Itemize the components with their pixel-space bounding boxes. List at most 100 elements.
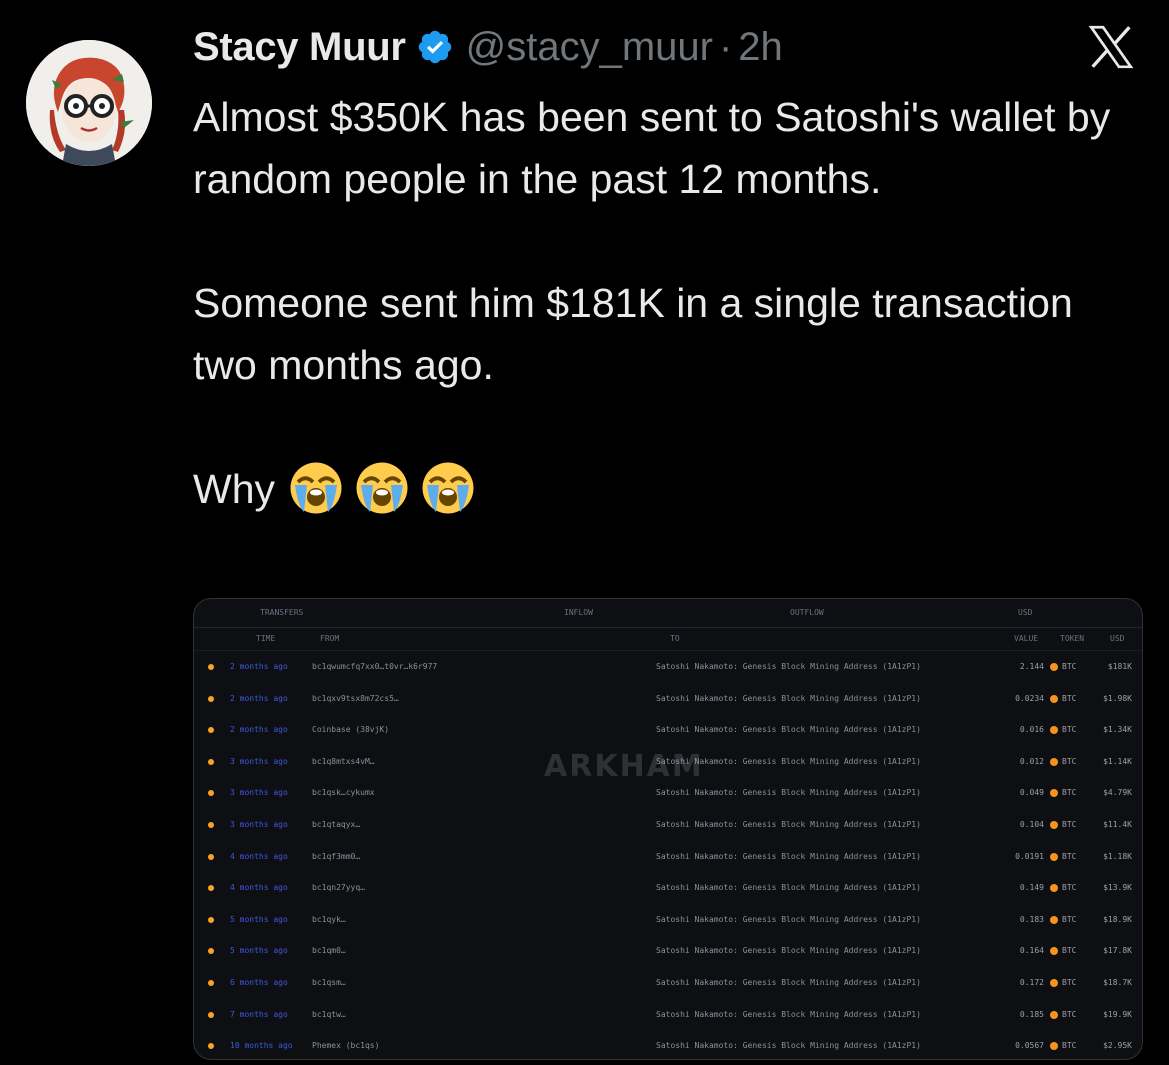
table-row[interactable]: 2 months ago bc1qwumcfq7xx0…t0vr…k6r977 Sa…	[194, 651, 1142, 683]
row-from[interactable]: bc1qyk…	[312, 915, 652, 924]
row-token: BTC	[1062, 1009, 1077, 1019]
table-row[interactable]: 4 months ago bc1qn27yyq… Satoshi Nakamoto:…	[194, 872, 1142, 904]
row-from[interactable]: bc1qf3mm0…	[312, 852, 652, 861]
row-to[interactable]: Satoshi Nakamoto: Genesis Block Mining A…	[656, 820, 976, 829]
row-time[interactable]: 5 months ago	[230, 946, 288, 955]
row-time[interactable]: 3 months ago	[230, 788, 288, 797]
col-time[interactable]: TIME	[256, 634, 275, 643]
row-to[interactable]: Satoshi Nakamoto: Genesis Block Mining A…	[656, 915, 976, 924]
table-row[interactable]: 2 months ago Coinbase (38vjK) Satoshi Naka…	[194, 714, 1142, 746]
row-amount: 0.183	[1019, 914, 1044, 924]
status-dot-icon	[208, 1043, 214, 1050]
btc-icon	[1050, 978, 1058, 987]
row-token: BTC	[1062, 819, 1077, 829]
status-dot-icon	[208, 853, 214, 860]
table-row[interactable]: 5 months ago bc1qyk… Satoshi Nakamoto: Gen…	[194, 904, 1142, 936]
table-row[interactable]: 4 months ago bc1qf3mm0… Satoshi Nakamoto: …	[194, 841, 1142, 873]
header-usd[interactable]: USD	[1018, 608, 1032, 617]
row-time[interactable]: 5 months ago	[230, 915, 288, 924]
table-header: TRANSFERS INFLOW OUTFLOW USD	[194, 599, 1142, 628]
status-dot-icon	[208, 979, 214, 986]
author-name[interactable]: Stacy Muur	[193, 25, 406, 70]
row-time[interactable]: 2 months ago	[230, 725, 288, 734]
row-from[interactable]: Phemex (bc1qs)	[312, 1041, 652, 1050]
tweet-media-image[interactable]: TRANSFERS INFLOW OUTFLOW USD TIME FROM T…	[193, 598, 1143, 1060]
col-value[interactable]: VALUE	[1014, 634, 1038, 643]
row-time[interactable]: 7 months ago	[230, 1010, 288, 1019]
row-to[interactable]: Satoshi Nakamoto: Genesis Block Mining A…	[656, 662, 976, 671]
status-dot-icon	[208, 790, 214, 797]
row-to[interactable]: Satoshi Nakamoto: Genesis Block Mining A…	[656, 978, 976, 987]
author-handle[interactable]: @stacy_muur	[466, 25, 713, 70]
col-usd[interactable]: USD	[1110, 634, 1124, 643]
row-token: BTC	[1062, 662, 1077, 671]
row-usd: $17.8K	[1103, 946, 1132, 956]
status-dot-icon	[208, 821, 214, 828]
header-outflow[interactable]: OUTFLOW	[790, 608, 824, 617]
row-to[interactable]: Satoshi Nakamoto: Genesis Block Mining A…	[656, 1041, 976, 1050]
transfers-list: 2 months ago bc1qwumcfq7xx0…t0vr…k6r977 Sa…	[194, 651, 1142, 1059]
status-dot-icon	[208, 948, 214, 955]
row-from[interactable]: bc1qxv9tsx8m72cs5…	[312, 694, 652, 703]
row-to[interactable]: Satoshi Nakamoto: Genesis Block Mining A…	[656, 946, 976, 955]
header-transfers[interactable]: TRANSFERS	[260, 608, 303, 617]
row-to[interactable]: Satoshi Nakamoto: Genesis Block Mining A…	[656, 1010, 976, 1019]
row-from[interactable]: bc1qsk…cykumx	[312, 788, 652, 797]
row-from[interactable]: bc1qsm…	[312, 978, 652, 987]
col-from[interactable]: FROM	[320, 634, 339, 643]
status-dot-icon	[208, 1011, 214, 1018]
why-text: Why	[193, 466, 275, 512]
col-token[interactable]: TOKEN	[1060, 634, 1084, 643]
row-amount: 0.164	[1019, 946, 1044, 956]
avatar-illustration	[26, 40, 152, 166]
row-to[interactable]: Satoshi Nakamoto: Genesis Block Mining A…	[656, 694, 976, 703]
row-time[interactable]: 10 months ago	[230, 1041, 293, 1050]
row-amount: 0.049	[1019, 788, 1044, 798]
row-amount: 0.172	[1019, 977, 1044, 987]
table-row[interactable]: 7 months ago bc1qtw… Satoshi Nakamoto: Gen…	[194, 999, 1142, 1031]
header-inflow[interactable]: INFLOW	[564, 608, 593, 617]
row-time[interactable]: 4 months ago	[230, 883, 288, 892]
avatar[interactable]	[26, 40, 152, 166]
row-from[interactable]: bc1qtw…	[312, 1010, 652, 1019]
row-token: BTC	[1062, 725, 1077, 735]
row-from[interactable]: bc1qtaqyx…	[312, 820, 652, 829]
table-row[interactable]: 3 months ago bc1qtaqyx… Satoshi Nakamoto: …	[194, 809, 1142, 841]
row-time[interactable]: 4 months ago	[230, 852, 288, 861]
btc-icon	[1050, 820, 1058, 829]
row-time[interactable]: 3 months ago	[230, 820, 288, 829]
table-row[interactable]: 10 months ago Phemex (bc1qs) Satoshi Nakam…	[194, 1030, 1142, 1059]
row-usd: $1.18K	[1103, 851, 1132, 861]
row-to[interactable]: Satoshi Nakamoto: Genesis Block Mining A…	[656, 852, 976, 861]
row-time[interactable]: 6 months ago	[230, 978, 288, 987]
btc-icon	[1050, 694, 1058, 703]
row-to[interactable]: Satoshi Nakamoto: Genesis Block Mining A…	[656, 788, 976, 797]
row-time[interactable]: 2 months ago	[230, 662, 288, 671]
row-amount: 0.012	[1019, 756, 1044, 766]
btc-icon	[1050, 789, 1058, 798]
row-from[interactable]: bc1qwumcfq7xx0…t0vr…k6r977	[312, 662, 652, 671]
table-row[interactable]: 2 months ago bc1qxv9tsx8m72cs5… Satoshi Na…	[194, 683, 1142, 715]
row-time[interactable]: 3 months ago	[230, 757, 288, 766]
tweet-body: Almost $350K has been sent to Satoshi's …	[193, 86, 1133, 520]
col-to[interactable]: TO	[670, 634, 680, 643]
tweet-header: Stacy Muur @stacy_muur · 2h	[193, 22, 783, 72]
row-usd: $4.79K	[1103, 788, 1132, 798]
row-to[interactable]: Satoshi Nakamoto: Genesis Block Mining A…	[656, 883, 976, 892]
row-to[interactable]: Satoshi Nakamoto: Genesis Block Mining A…	[656, 757, 976, 766]
row-to[interactable]: Satoshi Nakamoto: Genesis Block Mining A…	[656, 725, 976, 734]
row-usd: $18.7K	[1103, 977, 1132, 987]
row-from[interactable]: Coinbase (38vjK)	[312, 725, 652, 734]
row-usd: $19.9K	[1103, 1009, 1132, 1019]
table-row[interactable]: 5 months ago bc1qm0… Satoshi Nakamoto: Gen…	[194, 935, 1142, 967]
tweet-timestamp[interactable]: 2h	[738, 25, 783, 70]
row-usd: $1.34K	[1103, 725, 1132, 735]
row-from[interactable]: bc1qm0…	[312, 946, 652, 955]
table-row[interactable]: 6 months ago bc1qsm… Satoshi Nakamoto: Gen…	[194, 967, 1142, 999]
tweet-paragraph-why: Why	[193, 458, 1133, 520]
row-from[interactable]: bc1qn27yyq…	[312, 883, 652, 892]
tweet-paragraph: Almost $350K has been sent to Satoshi's …	[193, 94, 1111, 202]
row-time[interactable]: 2 months ago	[230, 694, 288, 703]
row-amount: 0.0234	[1015, 693, 1044, 703]
x-logo-icon[interactable]	[1083, 22, 1139, 72]
